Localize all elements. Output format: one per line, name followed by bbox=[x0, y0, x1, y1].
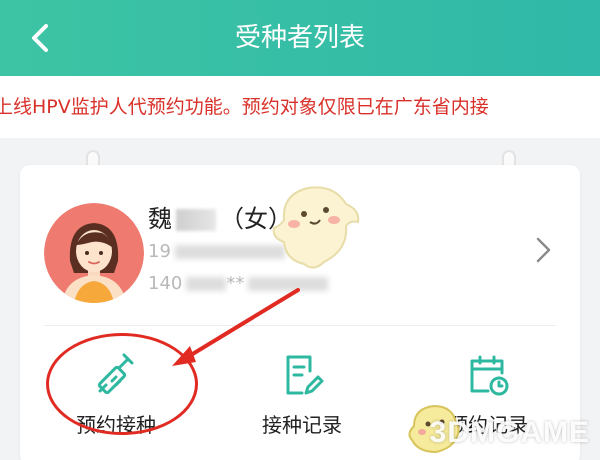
watermark-text: 3DMGAME bbox=[429, 416, 590, 449]
mascot-sticker bbox=[272, 186, 360, 269]
